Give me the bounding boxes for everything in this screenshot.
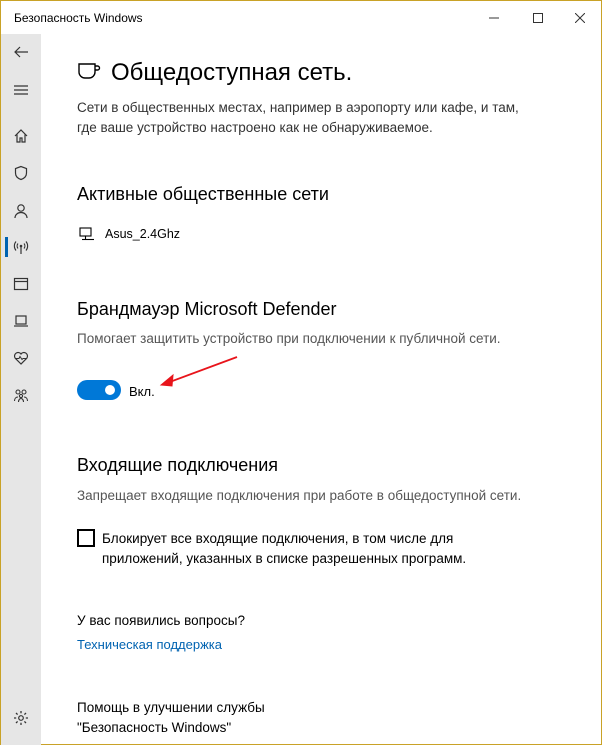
window-title: Безопасность Windows [14, 11, 143, 25]
sidebar-item-device-health[interactable] [1, 340, 41, 376]
page-title: Общедоступная сеть. [111, 59, 353, 86]
menu-button[interactable] [1, 72, 41, 108]
questions-title: У вас появились вопросы? [77, 613, 245, 628]
maximize-icon [533, 12, 543, 23]
network-item: Asus_2.4Ghz [79, 227, 180, 241]
back-arrow-icon [14, 46, 28, 58]
hamburger-menu-icon [14, 85, 28, 95]
back-button[interactable] [1, 34, 41, 70]
block-incoming-label: Блокирует все входящие подключения, в то… [102, 531, 467, 566]
firewall-toggle-label: Вкл. [129, 384, 155, 399]
minimize-icon [489, 17, 499, 18]
sidebar-item-home[interactable] [1, 118, 41, 154]
firewall-heading: Брандмауэр Microsoft Defender [77, 299, 337, 319]
sidebar-item-device-security[interactable] [1, 303, 41, 339]
firewall-toggle[interactable] [77, 380, 121, 400]
maximize-button[interactable] [515, 1, 561, 34]
wireless-antenna-icon [13, 241, 29, 254]
help-line-1: Помощь в улучшении службы [77, 700, 265, 715]
sidebar-item-app-browser[interactable] [1, 266, 41, 302]
home-icon [14, 129, 28, 143]
incoming-connections-heading: Входящие подключения [77, 455, 279, 475]
incoming-connections-description: Запрещает входящие подключения при работ… [77, 488, 522, 503]
sidebar-item-settings[interactable] [1, 700, 41, 736]
minimize-button[interactable] [471, 1, 517, 34]
app-browser-icon [13, 277, 29, 291]
family-icon [13, 389, 29, 403]
sidebar [1, 34, 41, 745]
laptop-icon [14, 315, 28, 327]
title-bar: Безопасность Windows [1, 1, 601, 34]
sidebar-item-firewall-network[interactable] [1, 229, 41, 265]
settings-gear-icon [14, 711, 28, 725]
close-button[interactable] [557, 1, 602, 34]
sidebar-item-family-options[interactable] [1, 377, 41, 413]
coffee-cup-icon [78, 63, 101, 79]
sidebar-item-account[interactable] [1, 193, 41, 229]
help-improve-text: Помощь в улучшении службы "Безопасность … [77, 698, 265, 738]
sidebar-item-virus-protection[interactable] [1, 155, 41, 191]
page-description: Сети в общественных местах, например в а… [77, 100, 519, 135]
wired-network-icon [79, 227, 94, 241]
shield-icon [14, 165, 28, 181]
block-incoming-checkbox[interactable] [77, 529, 95, 547]
close-icon [575, 12, 585, 23]
person-icon [14, 204, 28, 219]
app-window: Безопасность Windows Общедоступная сеть.… [0, 0, 602, 745]
firewall-description: Помогает защитить устройство при подключ… [77, 331, 501, 346]
tech-support-link[interactable]: Техническая поддержка [77, 637, 222, 652]
help-line-2: "Безопасность Windows" [77, 720, 232, 735]
active-networks-heading: Активные общественные сети [77, 184, 329, 204]
network-name: Asus_2.4Ghz [105, 227, 181, 241]
heart-health-icon [13, 351, 29, 365]
